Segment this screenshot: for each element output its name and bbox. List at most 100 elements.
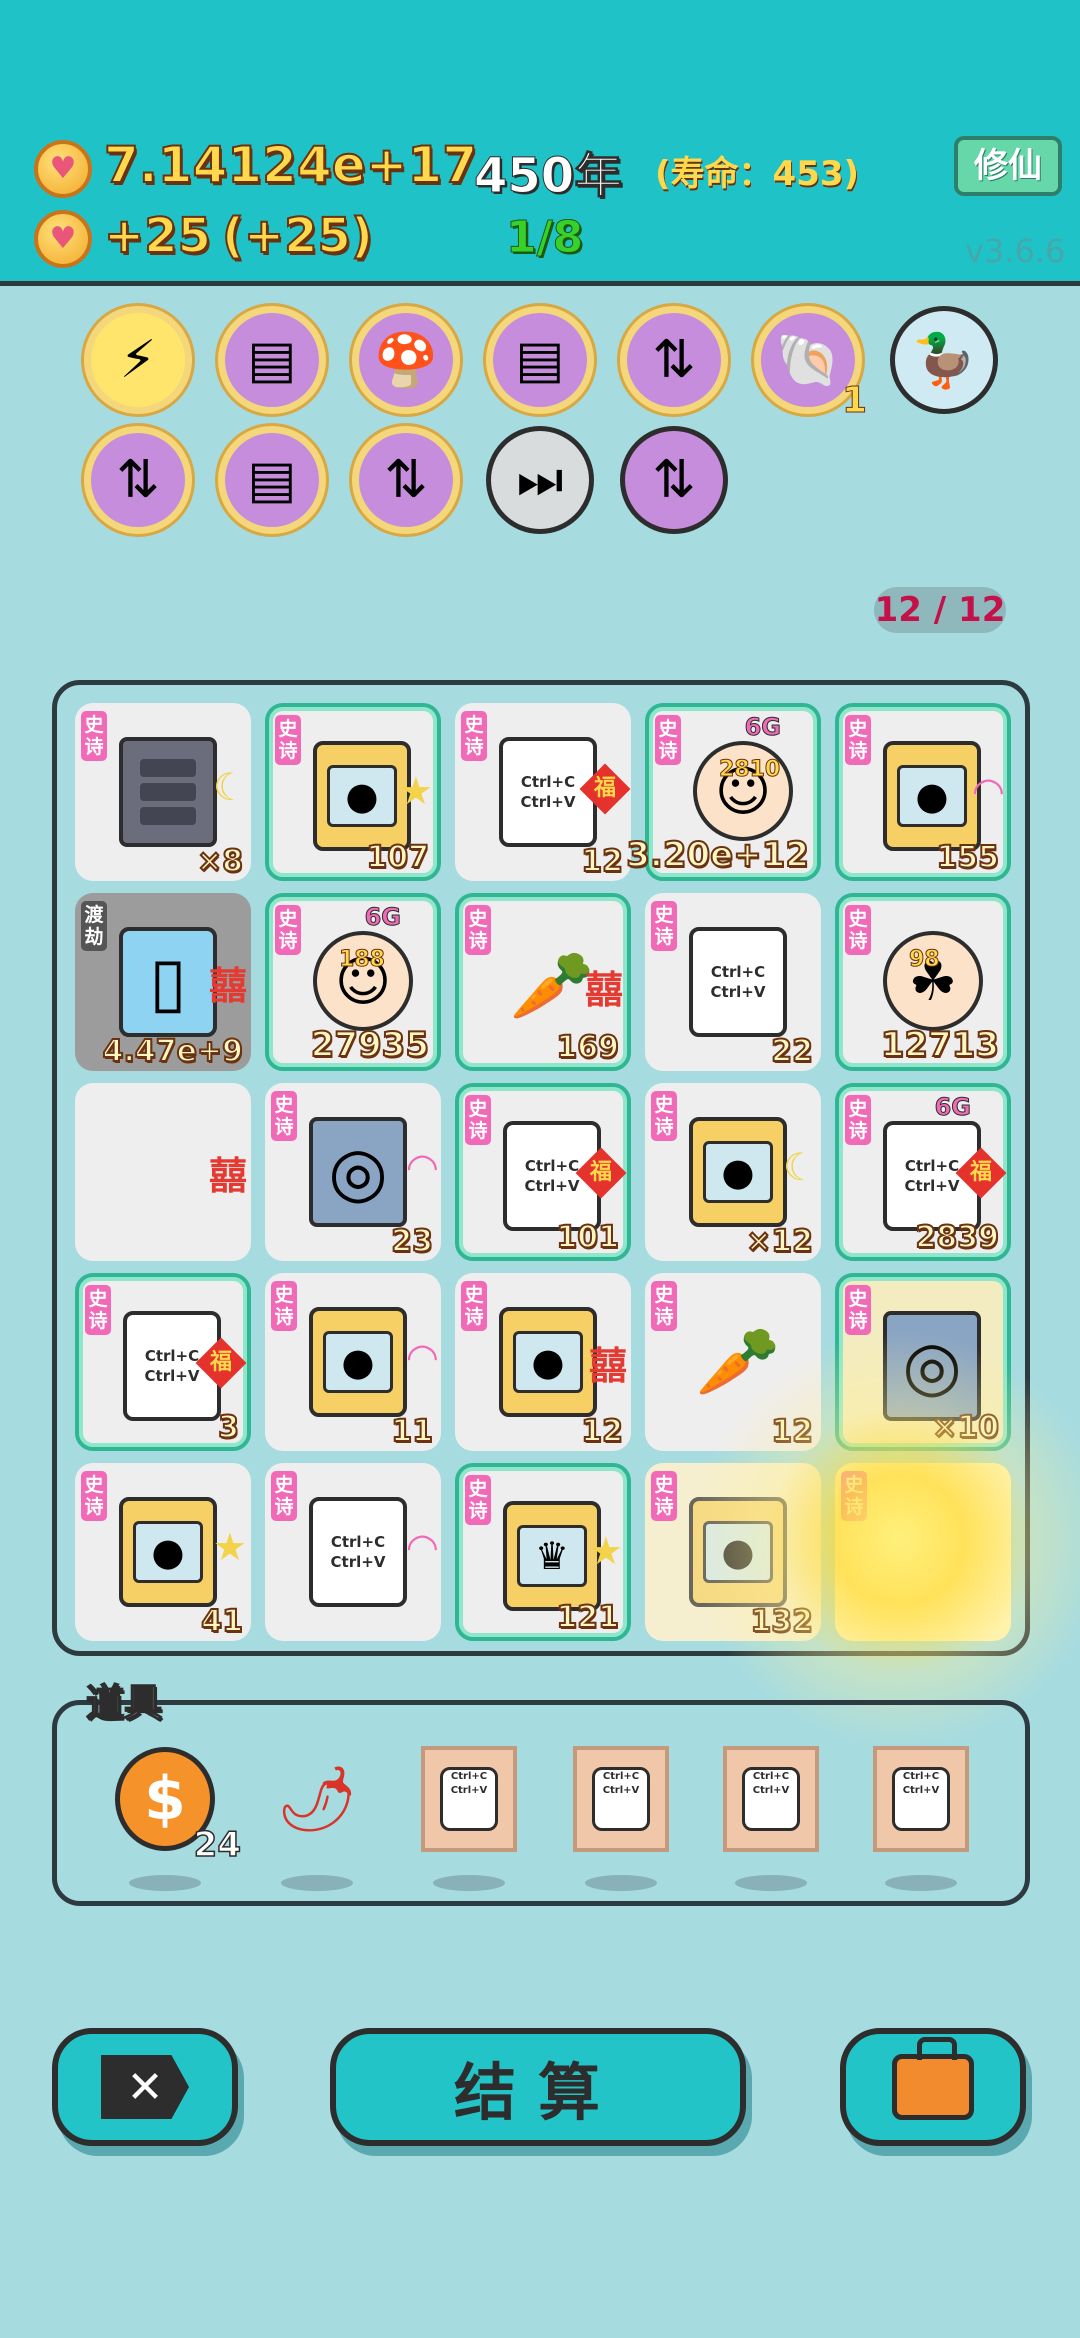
grid-cell[interactable]: 史诗 ● ◠ 155 — [835, 703, 1011, 881]
copy-paste-frame-icon: Ctrl+C Ctrl+V — [421, 1746, 517, 1852]
epic-tag: 史诗 — [275, 715, 301, 765]
capsule-upgrade-icon[interactable]: ⇅ — [352, 426, 460, 534]
epic-tag: 史诗 — [651, 1281, 677, 1331]
grid-cell[interactable]: 史诗 ● ☾ ×12 — [645, 1083, 821, 1261]
grid-cell[interactable]: 史诗 Ctrl+C Ctrl+V 福 101 — [455, 1083, 631, 1261]
grid-cell[interactable]: 史诗 ● ★ 107 — [265, 703, 441, 881]
grid-cell[interactable]: 史诗 ☘ 98 12713 — [835, 893, 1011, 1071]
grid-cell[interactable]: 史诗 Ctrl+C Ctrl+V ◠ — [265, 1463, 441, 1641]
gacha-machine-icon: ● — [499, 1307, 597, 1417]
item-count: 155 — [935, 839, 1000, 876]
gacha-machine-icon: ● — [309, 1307, 407, 1417]
copy-paste-icon: Ctrl+C Ctrl+V — [689, 927, 787, 1037]
epic-tag: 史诗 — [461, 711, 487, 761]
item-count: 3 — [217, 1409, 240, 1446]
item-count: 11 — [390, 1413, 434, 1450]
moon-icon: ☾ — [212, 765, 247, 809]
grid-cell[interactable]: 史诗 ♛ ★ 121 — [455, 1463, 631, 1641]
grid-cell[interactable]: 史诗 ◎ ×10 — [835, 1273, 1011, 1451]
lightning-fruit-icon[interactable]: ⚡ — [84, 306, 192, 414]
gacha-machine-icon: ● — [883, 741, 981, 851]
pleated-skirt-icon[interactable]: ▤ — [218, 306, 326, 414]
6g-badge: 6G — [364, 903, 401, 932]
inventory-button[interactable] — [840, 2028, 1026, 2146]
grid-cell[interactable]: 史诗 ● ◠ 11 — [265, 1273, 441, 1451]
prop-copy-paste[interactable]: Ctrl+C Ctrl+V — [871, 1745, 971, 1891]
grid-cell[interactable]: 史诗 Ctrl+C Ctrl+V 22 — [645, 893, 821, 1071]
rainbow-icon: ◠ — [407, 1525, 437, 1569]
item-count: 12 — [770, 1413, 814, 1450]
grid-cell[interactable]: 史诗 — [835, 1463, 1011, 1641]
grid-cell[interactable]: 史诗 ☾ ×8 — [75, 703, 251, 881]
props-panel: $ 24 🌶 Ctrl+C Ctrl+V Ctrl+C Ctrl+V Ctrl+C C… — [52, 1700, 1030, 1906]
grid-cell[interactable]: 渡劫 ▯ 囍 4.47e+9 — [75, 893, 251, 1071]
heart-coin-icon: ♥ — [34, 140, 92, 198]
face-counter: 188 — [339, 947, 386, 973]
gacha-machine-icon: ● — [689, 1497, 787, 1607]
epic-tag: 史诗 — [841, 1471, 867, 1521]
close-button[interactable]: ✕ — [52, 2028, 238, 2146]
epic-tag: 史诗 — [845, 905, 871, 955]
moon-icon: ☾ — [782, 1145, 817, 1189]
gacha-machine-icon: ● — [313, 741, 411, 851]
epic-tag: 史诗 — [81, 711, 107, 761]
epic-tag: 史诗 — [81, 1471, 107, 1521]
mushroom-cloud-icon[interactable]: 🍄 — [352, 306, 460, 414]
copy-paste-icon: Ctrl+C Ctrl+V — [309, 1497, 407, 1607]
face-clover-icon: ☘ — [883, 931, 983, 1031]
grid-cell[interactable]: 史诗 🥕 囍 169 — [455, 893, 631, 1071]
game-year: 450年 — [473, 148, 623, 205]
capsule-upgrade-icon[interactable]: ⇅ — [84, 426, 192, 534]
grid-cell[interactable]: 史诗 6G ☺ 188 27935 — [265, 893, 441, 1071]
grid-cell[interactable]: 史诗 Ctrl+C Ctrl+V 福 12 — [455, 703, 631, 881]
star-icon: ★ — [212, 1525, 247, 1569]
skip-icon[interactable]: ⏭ — [486, 426, 594, 534]
xiuxian-button[interactable]: 修仙 — [954, 136, 1062, 196]
item-count: ×8 — [196, 843, 244, 880]
6g-badge: 6G — [934, 1093, 971, 1122]
face-icon: ☺ — [313, 931, 413, 1031]
seashell-icon[interactable]: 🐚 1 — [754, 306, 868, 422]
slot-counter: 12 / 12 — [874, 587, 1006, 633]
grid-cell[interactable]: 史诗 ● 囍 12 — [455, 1273, 631, 1451]
heart-coin-icon: ♥ — [34, 210, 92, 268]
item-count: 121 — [555, 1599, 620, 1636]
epic-tag: 史诗 — [845, 1285, 871, 1335]
grid-cell[interactable]: 囍 — [75, 1083, 251, 1261]
prop-dollar-coin[interactable]: $ 24 — [115, 1745, 242, 1891]
pleated-skirt-icon[interactable]: ▤ — [486, 306, 594, 414]
epic-tag: 史诗 — [651, 1091, 677, 1141]
epic-tag: 史诗 — [465, 1095, 491, 1145]
prop-copy-paste[interactable]: Ctrl+C Ctrl+V — [571, 1745, 671, 1891]
close-icon: ✕ — [101, 2055, 189, 2119]
grid-cell[interactable]: 史诗 6G Ctrl+C Ctrl+V 福 2839 — [835, 1083, 1011, 1261]
prop-chili[interactable]: 🌶 — [267, 1745, 367, 1891]
grid-cell[interactable]: 史诗 ◎ ◠ 23 — [265, 1083, 441, 1261]
epic-tag: 史诗 — [465, 1475, 491, 1525]
epic-tag: 史诗 — [655, 715, 681, 765]
copy-paste-frame-icon: Ctrl+C Ctrl+V — [723, 1746, 819, 1852]
item-count: 2839 — [915, 1219, 1000, 1256]
grid-cell[interactable]: 史诗 Ctrl+C Ctrl+V 福 3 — [75, 1273, 251, 1451]
version-label: v3.6.6 — [965, 232, 1066, 270]
item-count: 107 — [365, 839, 430, 876]
capsule-upgrade-icon[interactable]: ⇅ — [620, 426, 728, 534]
item-count: 41 — [200, 1603, 244, 1640]
prop-copy-paste[interactable]: Ctrl+C Ctrl+V — [721, 1745, 821, 1891]
settle-button[interactable]: 结算 — [330, 2028, 746, 2146]
grid-cell[interactable]: 史诗 🥕 12 — [645, 1273, 821, 1451]
pleated-skirt-icon[interactable]: ▤ — [218, 426, 326, 534]
face-icon: ☺ — [693, 741, 793, 841]
epic-tag: 史诗 — [845, 1095, 871, 1145]
prop-copy-paste[interactable]: Ctrl+C Ctrl+V — [419, 1745, 519, 1891]
xi-icon: 囍 — [208, 1154, 247, 1198]
capsule-upgrade-icon[interactable]: ⇅ — [620, 306, 728, 414]
item-count: 23 — [390, 1223, 434, 1260]
duck-pot-icon[interactable]: 🦆 — [890, 306, 998, 414]
props-label: 道具 — [85, 1680, 163, 1726]
grid-cell[interactable]: 史诗 ● ★ 41 — [75, 1463, 251, 1641]
grid-cell[interactable]: 史诗 ● 132 — [645, 1463, 821, 1641]
epic-tag: 史诗 — [271, 1281, 297, 1331]
prop-count: 24 — [193, 1824, 242, 1866]
grid-cell[interactable]: 史诗 6G ☺ 2810 3.20e+12 — [625, 703, 821, 881]
